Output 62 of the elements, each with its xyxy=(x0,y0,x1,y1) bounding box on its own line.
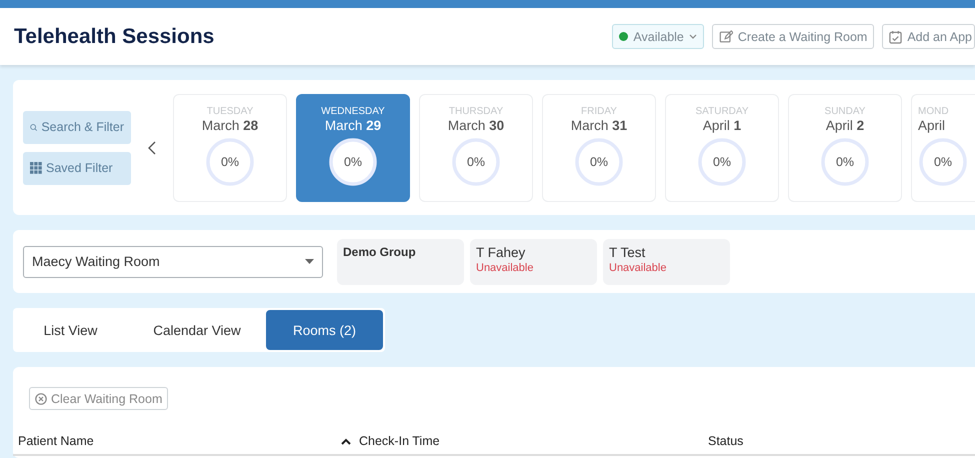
day-card[interactable]: FRIDAY March 31 0% xyxy=(542,94,656,202)
caret-down-icon xyxy=(305,259,314,264)
percent-label: 0% xyxy=(934,154,952,168)
view-tab[interactable]: List View xyxy=(13,310,128,350)
percent-label: 0% xyxy=(590,154,608,168)
weekday-label: WEDNESDAY xyxy=(321,106,385,118)
grid-icon xyxy=(30,162,42,174)
provider-name: T Fahey xyxy=(476,244,526,260)
date-label: March 30 xyxy=(448,118,504,132)
progress-ring xyxy=(574,136,624,186)
date-label: March 28 xyxy=(202,118,258,132)
date-label: March 31 xyxy=(570,118,628,132)
day-card[interactable]: WEDNESDAY March 29 0% xyxy=(296,94,410,202)
provider-card[interactable]: Demo Group xyxy=(337,238,464,284)
header-action-button[interactable]: Create a Waiting Room xyxy=(712,24,874,49)
sort-up-icon xyxy=(341,438,351,444)
waiting-room-select[interactable]: Maecy Waiting Room xyxy=(23,246,323,278)
provider-card[interactable]: T Fahey Unavailable xyxy=(470,238,597,284)
column-header[interactable]: Status xyxy=(703,434,903,448)
edit-icon xyxy=(718,30,733,44)
date-label: March 29 xyxy=(324,118,382,132)
provider-card[interactable]: T Test Unavailable xyxy=(603,238,730,284)
chevron-left-icon xyxy=(148,140,156,154)
weekday-label: SATURDAY xyxy=(696,106,748,118)
day-card[interactable]: THURSDAY March 30 0% xyxy=(419,94,533,202)
day-card[interactable]: SUNDAY April 2 0% xyxy=(788,94,902,202)
percent-label: 0% xyxy=(344,154,362,168)
percent-label: 0% xyxy=(220,154,240,168)
progress-ring xyxy=(451,136,501,186)
progress-ring xyxy=(205,136,255,186)
day-card[interactable]: SATURDAY April 1 0% xyxy=(665,94,779,202)
column-header[interactable]: Check-In Time xyxy=(336,434,703,448)
weekday-label: FRIDAY xyxy=(581,106,617,118)
date-label: April xyxy=(918,118,946,132)
weekday-label: THURSDAY xyxy=(448,106,504,118)
weekday-label: SUNDAY xyxy=(824,106,866,118)
header-action-button[interactable]: Add an App xyxy=(882,24,975,49)
progress-ring xyxy=(820,136,870,186)
provider-status: Unavailable xyxy=(476,262,534,274)
progress-ring xyxy=(697,136,747,186)
day-card[interactable]: TUESDAY March 28 0% xyxy=(173,94,287,202)
provider-status: Unavailable xyxy=(609,262,668,274)
chevron-down-icon xyxy=(688,34,697,39)
page-title: Telehealth Sessions xyxy=(14,24,216,48)
date-label: April 1 xyxy=(702,118,742,132)
column-header[interactable]: Patient Name xyxy=(13,434,336,448)
percent-label: 0% xyxy=(466,154,486,168)
view-tab[interactable]: Calendar View xyxy=(128,310,266,350)
weekday-label: MOND xyxy=(918,106,949,118)
date-label: April 2 xyxy=(826,118,864,132)
clear-icon xyxy=(35,392,47,404)
day-card[interactable]: MOND April 0% xyxy=(911,94,975,202)
calendar-icon xyxy=(889,30,902,44)
clear-waiting-room-button[interactable]: Clear Waiting Room xyxy=(29,387,168,410)
percent-label: 0% xyxy=(836,154,854,168)
weekday-label: TUESDAY xyxy=(206,106,254,118)
provider-name: Demo Group xyxy=(343,244,417,258)
percent-label: 0% xyxy=(712,154,732,168)
provider-name: T Test xyxy=(609,244,646,260)
view-tab[interactable]: Rooms (2) xyxy=(266,310,383,350)
progress-ring xyxy=(918,136,968,186)
progress-ring xyxy=(328,136,378,186)
